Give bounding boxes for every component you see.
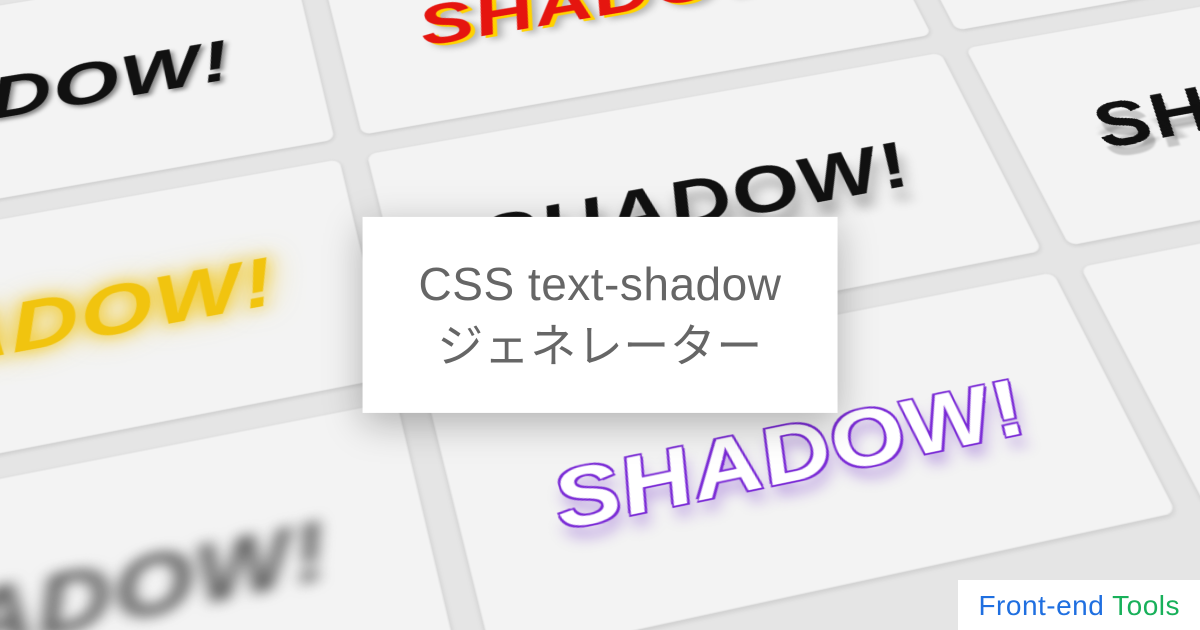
sample-text: SHADOW! <box>0 501 338 630</box>
sample-text: SHADOW! <box>0 27 237 166</box>
brand-badge: Front-end Tools <box>958 580 1200 630</box>
sample-text: SHADOW! <box>1076 24 1200 163</box>
sample-text: SHADOW! <box>410 0 826 59</box>
title-line-1: CSS text-shadow <box>419 258 782 310</box>
page-title: CSS text-shadow ジェネレーター <box>419 253 782 377</box>
title-line-2: ジェネレーター <box>437 320 763 372</box>
brand-word-2: Tools <box>1112 590 1180 621</box>
sample-text: SHADOW! <box>0 242 283 410</box>
title-panel: CSS text-shadow ジェネレーター <box>363 217 838 413</box>
brand-word-1: Front-end <box>978 590 1104 621</box>
